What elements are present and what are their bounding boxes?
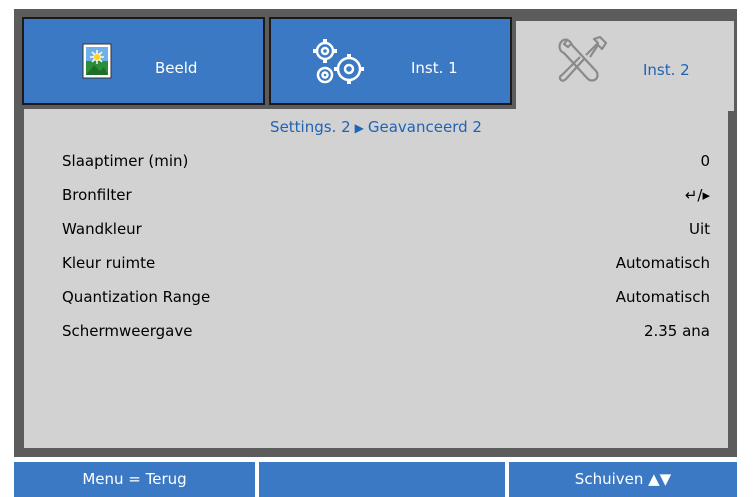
menu-row-kleur-ruimte[interactable]: Kleur ruimte Automatisch (24, 251, 728, 275)
menu-row-value: Automatisch (615, 288, 710, 306)
gears-icon (311, 37, 371, 93)
footer-scroll-hint: Schuiven ▲▼ (509, 462, 737, 497)
footer-back-hint: Menu = Terug (14, 462, 255, 497)
menu-row-wandkleur[interactable]: Wandkleur Uit (24, 217, 728, 241)
menu-row-label: Quantization Range (62, 288, 211, 306)
menu-row-label: Schermweergave (62, 322, 193, 340)
tab-label: Inst. 2 (643, 61, 690, 79)
tools-icon (554, 35, 610, 91)
footer-middle (259, 462, 505, 497)
breadcrumb-current: Geavanceerd 2 (367, 118, 482, 136)
osd-menu-frame: Beeld Inst. 1 Inst. 2 Settings. 2 ▶ Geav… (14, 9, 737, 457)
menu-row-quantization-range[interactable]: Quantization Range Automatisch (24, 285, 728, 309)
tab-label: Beeld (155, 59, 198, 77)
menu-row-label: Kleur ruimte (62, 254, 156, 272)
breadcrumb-parent: Settings. 2 (270, 118, 351, 136)
menu-panel: Settings. 2 ▶ Geavanceerd 2 Slaaptimer (mi… (24, 109, 728, 448)
tab-inst-1[interactable]: Inst. 1 (269, 17, 512, 105)
menu-row-label: Bronfilter (62, 186, 132, 204)
breadcrumb: Settings. 2 ▶ Geavanceerd 2 (24, 118, 728, 136)
tab-label: Inst. 1 (411, 59, 458, 77)
menu-row-schermweergave[interactable]: Schermweergave 2.35 ana (24, 319, 728, 343)
menu-row-label: Wandkleur (62, 220, 142, 238)
triangle-right-icon: ▶ (354, 121, 364, 135)
menu-row-value: Automatisch (615, 254, 710, 272)
menu-row-bronfilter[interactable]: Bronfilter ↵/▸ (24, 183, 728, 207)
menu-row-value: 2.35 ana (643, 322, 710, 340)
menu-row-label: Slaaptimer (min) (62, 152, 189, 170)
menu-row-slaaptimer[interactable]: Slaaptimer (min) 0 (24, 149, 728, 173)
tab-beeld[interactable]: Beeld (22, 17, 265, 105)
enter-submenu-icon: ↵/▸ (684, 186, 710, 204)
image-settings-icon (82, 43, 112, 83)
menu-row-value: 0 (700, 152, 710, 170)
tab-inst-2[interactable]: Inst. 2 (516, 21, 734, 111)
menu-row-value: Uit (688, 220, 710, 238)
